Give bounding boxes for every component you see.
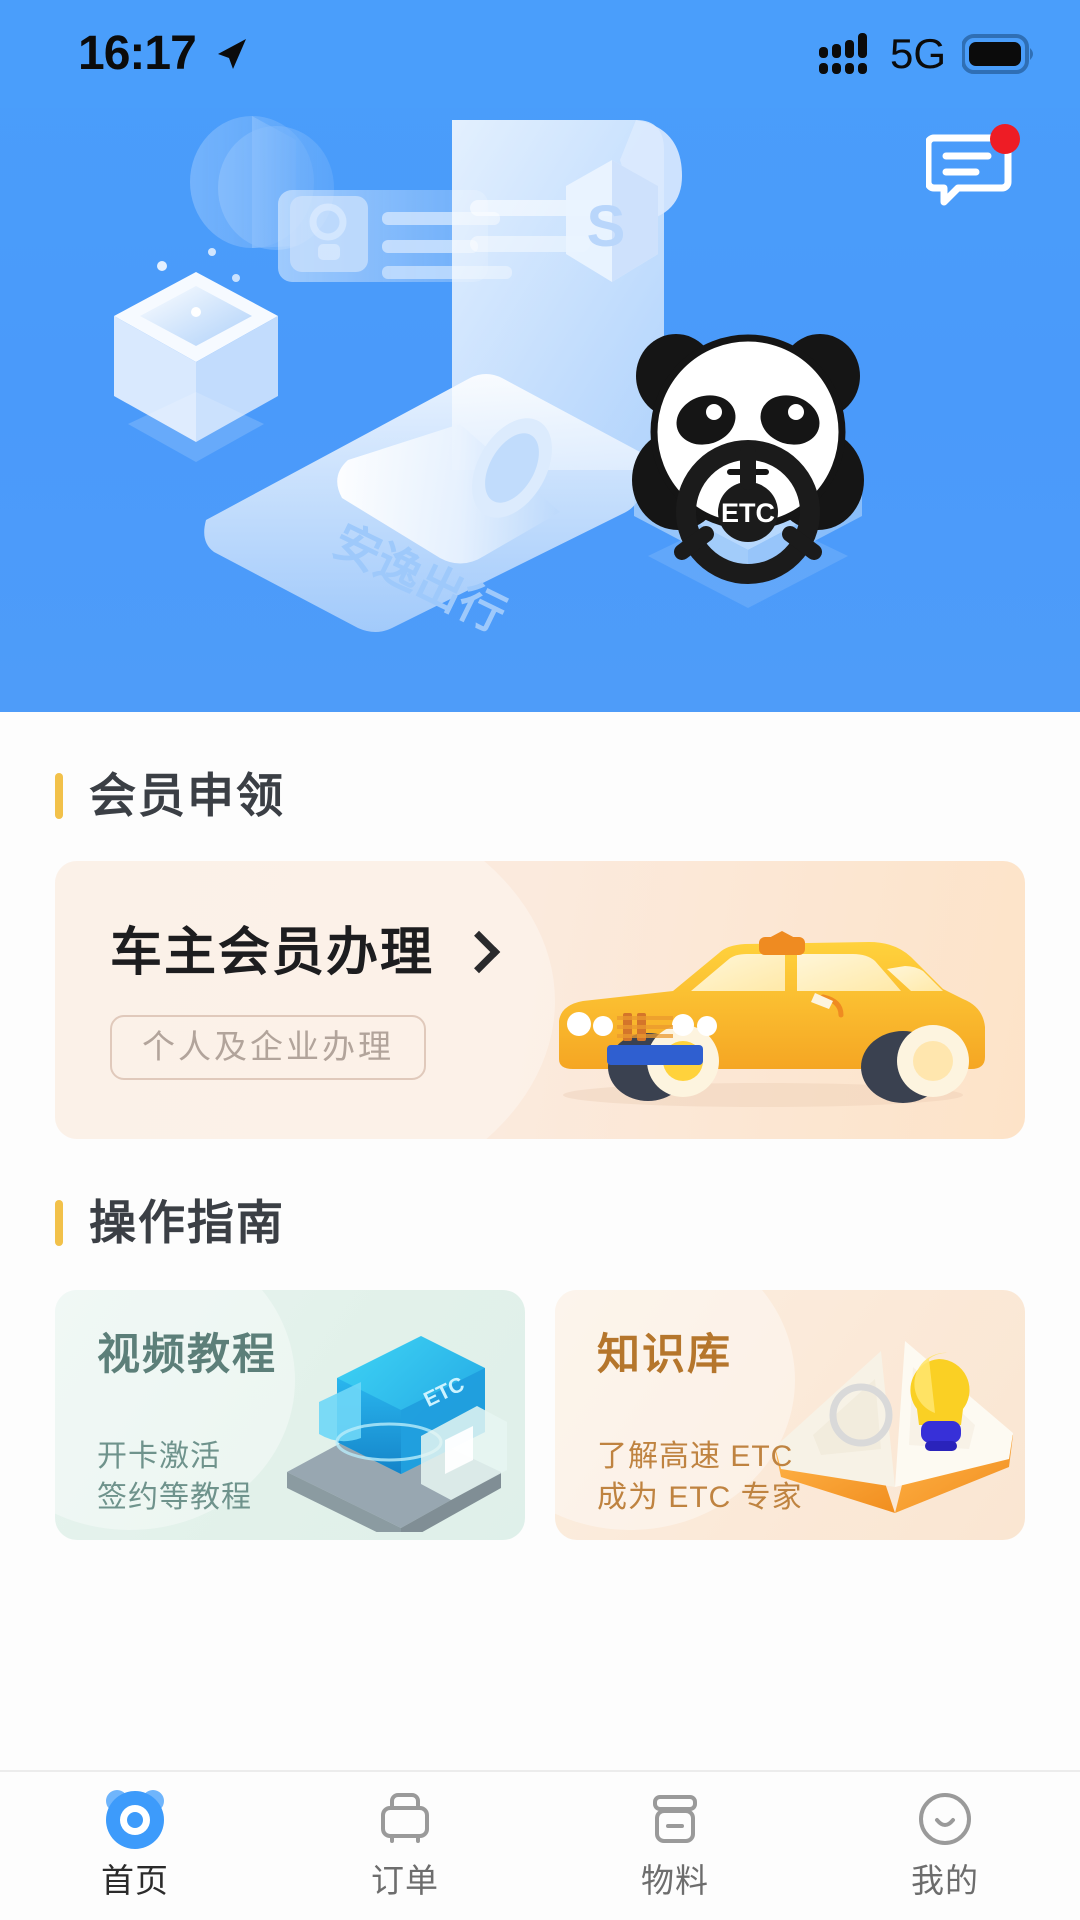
- member-apply-card[interactable]: 车主会员办理 个人及企业办理: [55, 861, 1025, 1139]
- section-title-guide: 操作指南: [89, 1196, 285, 1249]
- tab-material[interactable]: 物料: [540, 1788, 810, 1897]
- section-title-member: 会员申领: [89, 769, 285, 822]
- tab-label-material: 物料: [641, 1862, 709, 1899]
- status-time: 16:17: [78, 27, 197, 80]
- guide-card-subtitle-line1: 开卡激活: [97, 1440, 221, 1473]
- status-bar-left: 16:17: [78, 30, 250, 78]
- section-accent-bar: [55, 772, 63, 819]
- chevron-right-icon: [457, 930, 501, 974]
- status-bar: 16:17 5G: [0, 0, 1080, 108]
- guide-card-subtitle: 了解高速 ETC 成为 ETC 专家: [597, 1436, 803, 1519]
- section-header-guide: 操作指南: [55, 1199, 1025, 1246]
- main-content: 会员申领 车主会员办理 个人及企业办理 操作指南 视频教程 开卡激活 签约等教程…: [0, 712, 1080, 1770]
- mascot-etc-label: ETC: [721, 498, 775, 528]
- tab-home[interactable]: 首页: [0, 1788, 270, 1897]
- network-type: 5G: [889, 30, 946, 77]
- bottom-tab-bar: 首页 订单 物料 我的: [0, 1770, 1080, 1920]
- location-arrow-icon: [217, 39, 246, 69]
- guide-card-title: 视频教程: [97, 1331, 277, 1379]
- member-card-title-row: 车主会员办理: [110, 924, 501, 982]
- guide-card-title: 知识库: [597, 1331, 732, 1379]
- guide-card-video[interactable]: 视频教程 开卡激活 签约等教程 ETC: [55, 1290, 525, 1540]
- order-bag-icon: [374, 1788, 436, 1850]
- app-root: S 安逸出行 ETC 16:17 5G 会员申领 车主会员办理 个人及企业办理 …: [0, 0, 1080, 1920]
- profile-smile-icon: [914, 1788, 976, 1850]
- deco-iso-box: [114, 248, 278, 462]
- guide-card-knowledge[interactable]: 知识库 了解高速 ETC 成为 ETC 专家: [555, 1290, 1025, 1540]
- section-accent-bar: [55, 1199, 63, 1246]
- yellow-car-illustration: [559, 931, 985, 1107]
- tab-label-order: 订单: [371, 1862, 439, 1899]
- tab-order[interactable]: 订单: [270, 1788, 540, 1897]
- guide-card-subtitle-line1: 了解高速 ETC: [597, 1440, 794, 1473]
- tab-label-profile: 我的: [911, 1862, 979, 1899]
- open-book-lightbulb-illustration: [775, 1341, 1013, 1513]
- material-box-icon: [644, 1788, 706, 1850]
- guide-card-list: 视频教程 开卡激活 签约等教程 ETC 知识库 了解高速 ETC 成为 ETC …: [55, 1290, 1025, 1540]
- etc-device-video-illustration: ETC: [287, 1336, 507, 1532]
- section-header-member: 会员申领: [55, 772, 1025, 819]
- member-card-badge: 个人及企业办理: [110, 1015, 426, 1080]
- member-card-title: 车主会员办理: [110, 924, 435, 982]
- tab-profile[interactable]: 我的: [810, 1788, 1080, 1897]
- tab-label-home: 首页: [101, 1862, 169, 1899]
- panda-etc-mascot: ETC: [632, 334, 864, 584]
- panda-home-icon: [104, 1788, 166, 1850]
- svg-text:S: S: [587, 194, 626, 259]
- battery-full-icon: [962, 34, 1033, 74]
- status-bar-right: 5G: [818, 33, 1036, 75]
- cellular-signal-icon: [818, 33, 867, 74]
- member-card-text: 车主会员办理 个人及企业办理: [110, 924, 501, 1080]
- guide-card-subtitle-line2: 成为 ETC 专家: [597, 1481, 803, 1515]
- message-button[interactable]: [924, 124, 1020, 208]
- unread-badge-dot: [990, 124, 1020, 154]
- guide-card-subtitle: 开卡激活 签约等教程: [97, 1436, 252, 1519]
- guide-card-subtitle-line2: 签约等教程: [97, 1481, 252, 1515]
